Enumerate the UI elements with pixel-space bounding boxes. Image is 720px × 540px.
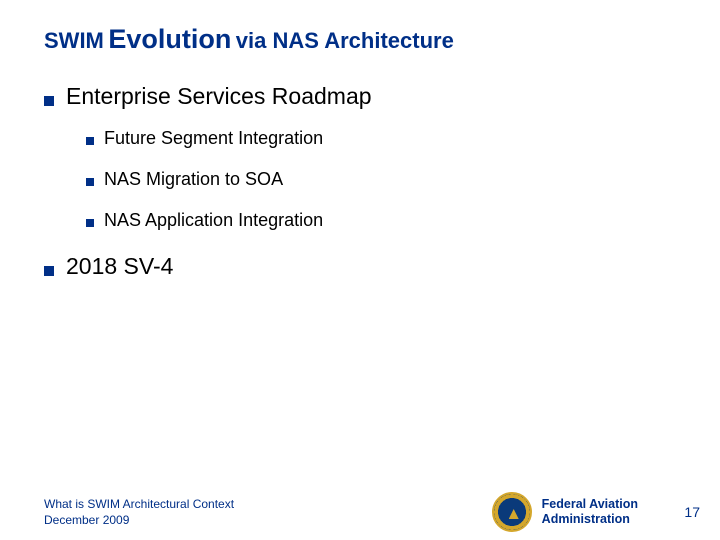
footer-title: What is SWIM Architectural Context [44, 496, 492, 512]
slide-footer: What is SWIM Architectural Context Decem… [0, 484, 720, 540]
bullet-text: NAS Application Integration [104, 210, 323, 231]
title-part-2: Evolution [108, 24, 231, 54]
footer-date: December 2009 [44, 512, 492, 528]
square-bullet-icon [86, 178, 94, 186]
title-part-1: SWIM [44, 28, 104, 53]
page-number: 17 [676, 504, 700, 520]
slide-body: Enterprise Services Roadmap Future Segme… [0, 55, 720, 280]
list-item: NAS Migration to SOA [86, 169, 720, 190]
square-bullet-icon [44, 266, 54, 276]
list-item: NAS Application Integration [86, 210, 720, 231]
footer-right: Federal Aviation Administration 17 [492, 492, 700, 532]
bullet-text: Enterprise Services Roadmap [66, 83, 372, 110]
slide-title: SWIM Evolution via NAS Architecture [0, 0, 720, 55]
bullet-text: NAS Migration to SOA [104, 169, 283, 190]
square-bullet-icon [44, 96, 54, 106]
square-bullet-icon [86, 219, 94, 227]
square-bullet-icon [86, 137, 94, 145]
list-item: 2018 SV-4 [44, 253, 720, 280]
agency-line-1: Federal Aviation [542, 497, 638, 512]
agency-line-2: Administration [542, 512, 638, 527]
list-item: Enterprise Services Roadmap Future Segme… [44, 83, 720, 231]
list-item: Future Segment Integration [86, 128, 720, 149]
bullet-text: 2018 SV-4 [66, 253, 173, 280]
agency-name: Federal Aviation Administration [542, 497, 638, 527]
footer-left: What is SWIM Architectural Context Decem… [44, 496, 492, 528]
faa-seal-icon [492, 492, 532, 532]
title-part-3: via NAS Architecture [236, 28, 454, 53]
bullet-text: Future Segment Integration [104, 128, 323, 149]
